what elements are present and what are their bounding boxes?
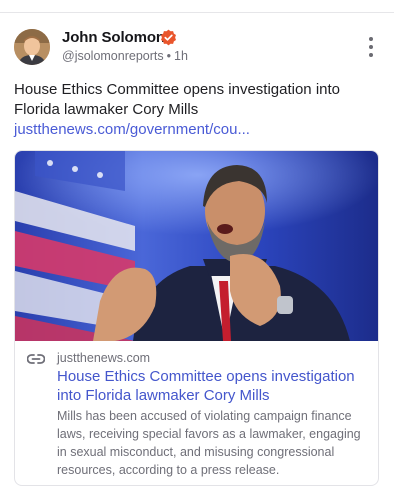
card-title[interactable]: House Ethics Committee opens investigati… <box>57 367 367 405</box>
post-link[interactable]: justthenews.com/government/cou... <box>14 121 250 138</box>
post-body-text: House Ethics Committee opens investigati… <box>14 81 341 118</box>
post-meta: @jsolomonreports • 1h <box>62 49 188 63</box>
more-dot <box>369 45 373 49</box>
more-options-icon[interactable] <box>366 37 376 57</box>
avatar[interactable] <box>14 29 50 65</box>
link-preview-card[interactable]: justthenews.com House Ethics Committee o… <box>14 150 379 486</box>
card-description: Mills has been accused of violating camp… <box>57 409 361 477</box>
card-body: justthenews.com House Ethics Committee o… <box>15 341 378 485</box>
top-divider <box>0 12 394 13</box>
author-name[interactable]: John Solomon <box>62 29 165 46</box>
card-domain: justthenews.com <box>57 351 151 365</box>
post-text: House Ethics Committee opens investigati… <box>14 80 382 140</box>
post-header: John Solomon @jsolomonreports • 1h <box>14 27 380 67</box>
meta-separator: • <box>166 49 172 63</box>
verified-badge-icon <box>161 29 176 46</box>
author-handle[interactable]: @jsolomonreports <box>62 49 164 63</box>
link-icon <box>27 354 45 364</box>
more-dot <box>369 53 373 57</box>
more-dot <box>369 37 373 41</box>
post-time[interactable]: 1h <box>174 49 188 63</box>
card-image[interactable] <box>15 151 378 341</box>
